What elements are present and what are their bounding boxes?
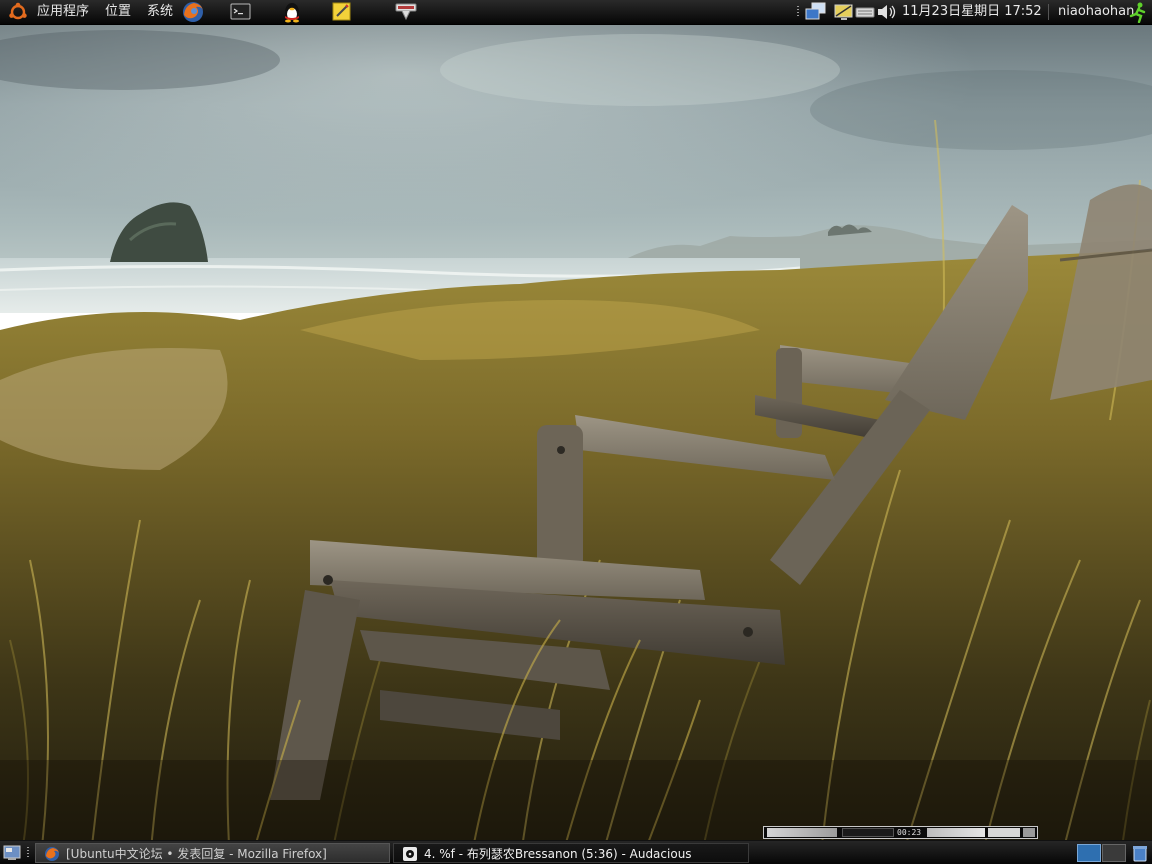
ubuntu-logo-icon	[8, 2, 28, 22]
audacious-icon	[403, 847, 417, 861]
network-tray[interactable]	[804, 1, 828, 23]
notes-launcher[interactable]	[330, 1, 354, 23]
playback-time: 00:23	[897, 828, 922, 837]
taskbar-firefox[interactable]: [Ubuntu中文论坛 • 发表回复 - Mozilla Firefox]	[35, 843, 390, 863]
show-desktop-icon	[3, 845, 21, 860]
audacious-mini-player[interactable]: 00:23	[763, 826, 1038, 839]
network-icon	[805, 2, 826, 20]
notes-icon	[332, 2, 351, 21]
desktop-wallpaper	[0, 0, 1152, 864]
qq-penguin-icon	[285, 3, 299, 23]
taskbar-audacious-label: 4. %f - 布列瑟农Bressanon (5:36) - Audacious	[424, 847, 692, 861]
seek-bar[interactable]	[988, 828, 1020, 837]
panel-separator	[1048, 4, 1049, 20]
router-launcher[interactable]	[394, 1, 418, 23]
visualizer	[842, 828, 894, 837]
firefox-icon	[183, 2, 203, 22]
show-desktop-button[interactable]	[3, 844, 21, 862]
tray-grip[interactable]	[797, 6, 799, 18]
desktop[interactable]: 应用程序 位置 系统 11月23日星期日 17:52 niaohaohan 00…	[0, 0, 1152, 864]
taskbar-audacious[interactable]: 4. %f - 布列瑟农Bressanon (5:36) - Audacious	[393, 843, 749, 863]
firefox-icon	[45, 847, 59, 861]
qq-launcher[interactable]	[280, 1, 304, 23]
audacious-menu-bar[interactable]	[767, 828, 837, 837]
clock[interactable]: 11月23日星期日 17:52	[902, 0, 1042, 24]
trash-button[interactable]	[1130, 843, 1150, 863]
top-panel: 应用程序 位置 系统 11月23日星期日 17:52 niaohaohan	[0, 0, 1152, 25]
taskbar-firefox-label: [Ubuntu中文论坛 • 发表回复 - Mozilla Firefox]	[66, 847, 327, 861]
playback-controls[interactable]	[927, 828, 985, 837]
firefox-launcher[interactable]	[181, 1, 205, 23]
logout-button[interactable]	[1126, 1, 1150, 23]
applications-menu-label: 应用程序	[37, 4, 90, 19]
places-menu[interactable]: 位置	[105, 0, 131, 24]
system-menu[interactable]: 系统	[147, 0, 173, 24]
workspace-1[interactable]	[1077, 844, 1101, 862]
volume-icon	[878, 5, 896, 19]
keyboard-tray[interactable]	[853, 1, 877, 23]
running-man-icon	[1129, 2, 1146, 23]
panel-grip[interactable]	[27, 847, 29, 859]
workspace-2[interactable]	[1102, 844, 1126, 862]
close-mini-button[interactable]	[1023, 828, 1035, 837]
volume-tray[interactable]	[875, 1, 899, 23]
router-icon	[395, 3, 417, 21]
bottom-panel: [Ubuntu中文论坛 • 发表回复 - Mozilla Firefox] 4.…	[0, 840, 1152, 864]
terminal-launcher[interactable]	[229, 1, 253, 23]
keyboard-icon	[855, 7, 875, 18]
user-switcher[interactable]: niaohaohan	[1058, 0, 1134, 24]
terminal-icon	[230, 3, 251, 20]
trash-icon	[1133, 846, 1147, 862]
